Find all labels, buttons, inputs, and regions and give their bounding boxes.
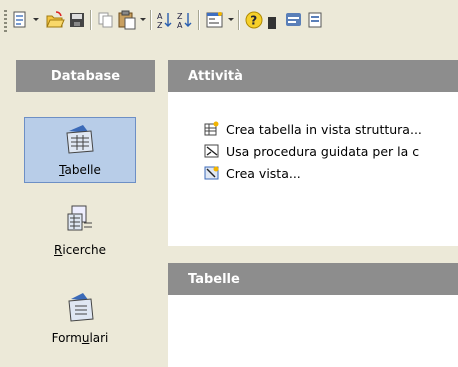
toolbar-separator — [238, 10, 239, 30]
database-navigation: Database Tabelle Ricerche Formulari — [0, 40, 165, 367]
nav-item-forms[interactable]: Formulari — [24, 288, 136, 358]
nav-item-queries[interactable]: Ricerche — [24, 200, 136, 266]
form-icon — [206, 12, 223, 28]
sort-descending-button[interactable]: Z A — [176, 9, 194, 31]
sort-ascending-icon: A Z — [157, 12, 172, 30]
create-table-design-link[interactable]: Crea tabella in vista struttura... — [204, 120, 422, 138]
nav-item-tables-label: Tabelle — [25, 163, 135, 177]
table-icon — [66, 125, 94, 154]
nav-item-forms-label: Formulari — [24, 331, 136, 345]
table-wizard-label: Usa procedura guidata per la c — [226, 143, 420, 159]
nav-item-queries-label: Ricerche — [24, 243, 136, 257]
form-button[interactable] — [205, 9, 225, 31]
tables-header: Tabelle — [168, 263, 458, 295]
database-header: Database — [16, 60, 155, 92]
form-view-button[interactable] — [284, 9, 304, 31]
queries-label-rest: icerche — [62, 243, 106, 257]
toolbar-grip[interactable] — [4, 10, 7, 32]
report-button[interactable] — [307, 9, 325, 31]
toolbar-separator — [150, 10, 151, 30]
paste-button[interactable] — [117, 9, 137, 31]
sort-descending-icon: Z A — [177, 12, 192, 30]
form-dropdown[interactable] — [228, 18, 234, 21]
open-button[interactable] — [45, 9, 65, 31]
nav-item-tables[interactable]: Tabelle — [24, 117, 136, 183]
form-view-icon — [286, 13, 301, 26]
toolbar-separator — [90, 10, 91, 30]
save-icon — [70, 13, 84, 27]
create-view-link[interactable]: Crea vista... — [204, 164, 301, 182]
svg-text:A: A — [177, 21, 183, 30]
svg-text:A: A — [157, 12, 163, 21]
svg-text:?: ? — [250, 14, 257, 28]
forms-label-start: Form — [51, 331, 82, 345]
tasks-panel: Attività Crea tabella in vista struttura… — [168, 60, 458, 246]
create-view-icon — [204, 166, 219, 180]
new-document-dropdown[interactable] — [33, 18, 39, 21]
wizard-icon — [204, 144, 219, 158]
new-document-button[interactable] — [12, 9, 30, 31]
save-button[interactable] — [68, 9, 86, 31]
help-icon: ? — [245, 11, 263, 29]
form-icon — [68, 293, 94, 322]
toolbar-separator — [198, 10, 199, 30]
overflow-icon — [268, 17, 276, 29]
query-icon — [67, 205, 92, 231]
svg-text:Z: Z — [177, 12, 183, 21]
tables-list[interactable] — [168, 295, 458, 367]
tables-panel: Tabelle — [168, 263, 458, 367]
tasks-header: Attività — [168, 60, 458, 92]
copy-button[interactable] — [97, 9, 115, 31]
toolbar: A Z Z A ? — [0, 0, 458, 40]
toolbar-overflow-button[interactable] — [268, 17, 276, 29]
table-wizard-link[interactable]: Usa procedura guidata per la c — [204, 142, 419, 160]
svg-text:Z: Z — [157, 21, 163, 30]
create-table-design-label: Crea tabella in vista struttura... — [226, 121, 422, 137]
paste-icon — [118, 10, 136, 30]
report-icon — [308, 12, 322, 28]
tables-label-rest: abelle — [64, 163, 101, 177]
new-document-icon — [13, 11, 26, 28]
forms-label-rest: lari — [89, 331, 109, 345]
copy-icon — [98, 12, 113, 28]
open-folder-icon — [46, 11, 65, 28]
create-view-label: Crea vista... — [226, 165, 301, 181]
help-button[interactable]: ? — [244, 9, 264, 31]
sort-ascending-button[interactable]: A Z — [156, 9, 174, 31]
create-table-icon — [204, 121, 219, 136]
paste-dropdown[interactable] — [140, 18, 146, 21]
